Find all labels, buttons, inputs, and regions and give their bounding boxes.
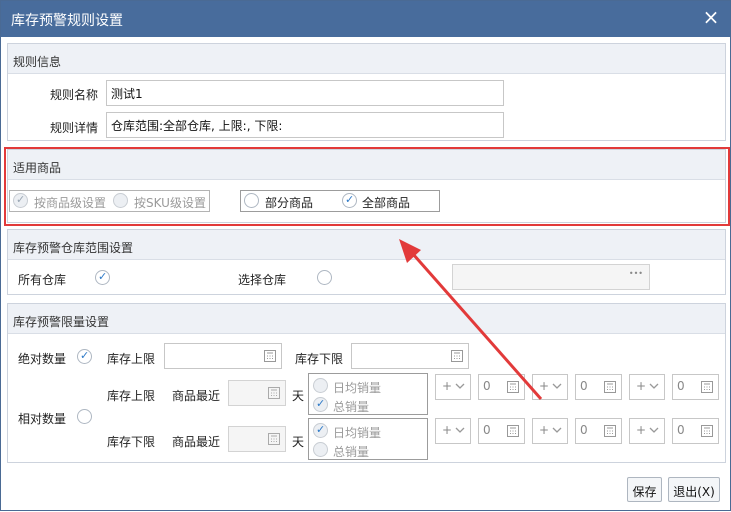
dialog-window: 库存预警规则设置 × 规则信息 规则名称 测试1 规则详情 仓库范围:全部仓库,…	[0, 0, 731, 511]
annotation-arrow	[399, 239, 543, 400]
